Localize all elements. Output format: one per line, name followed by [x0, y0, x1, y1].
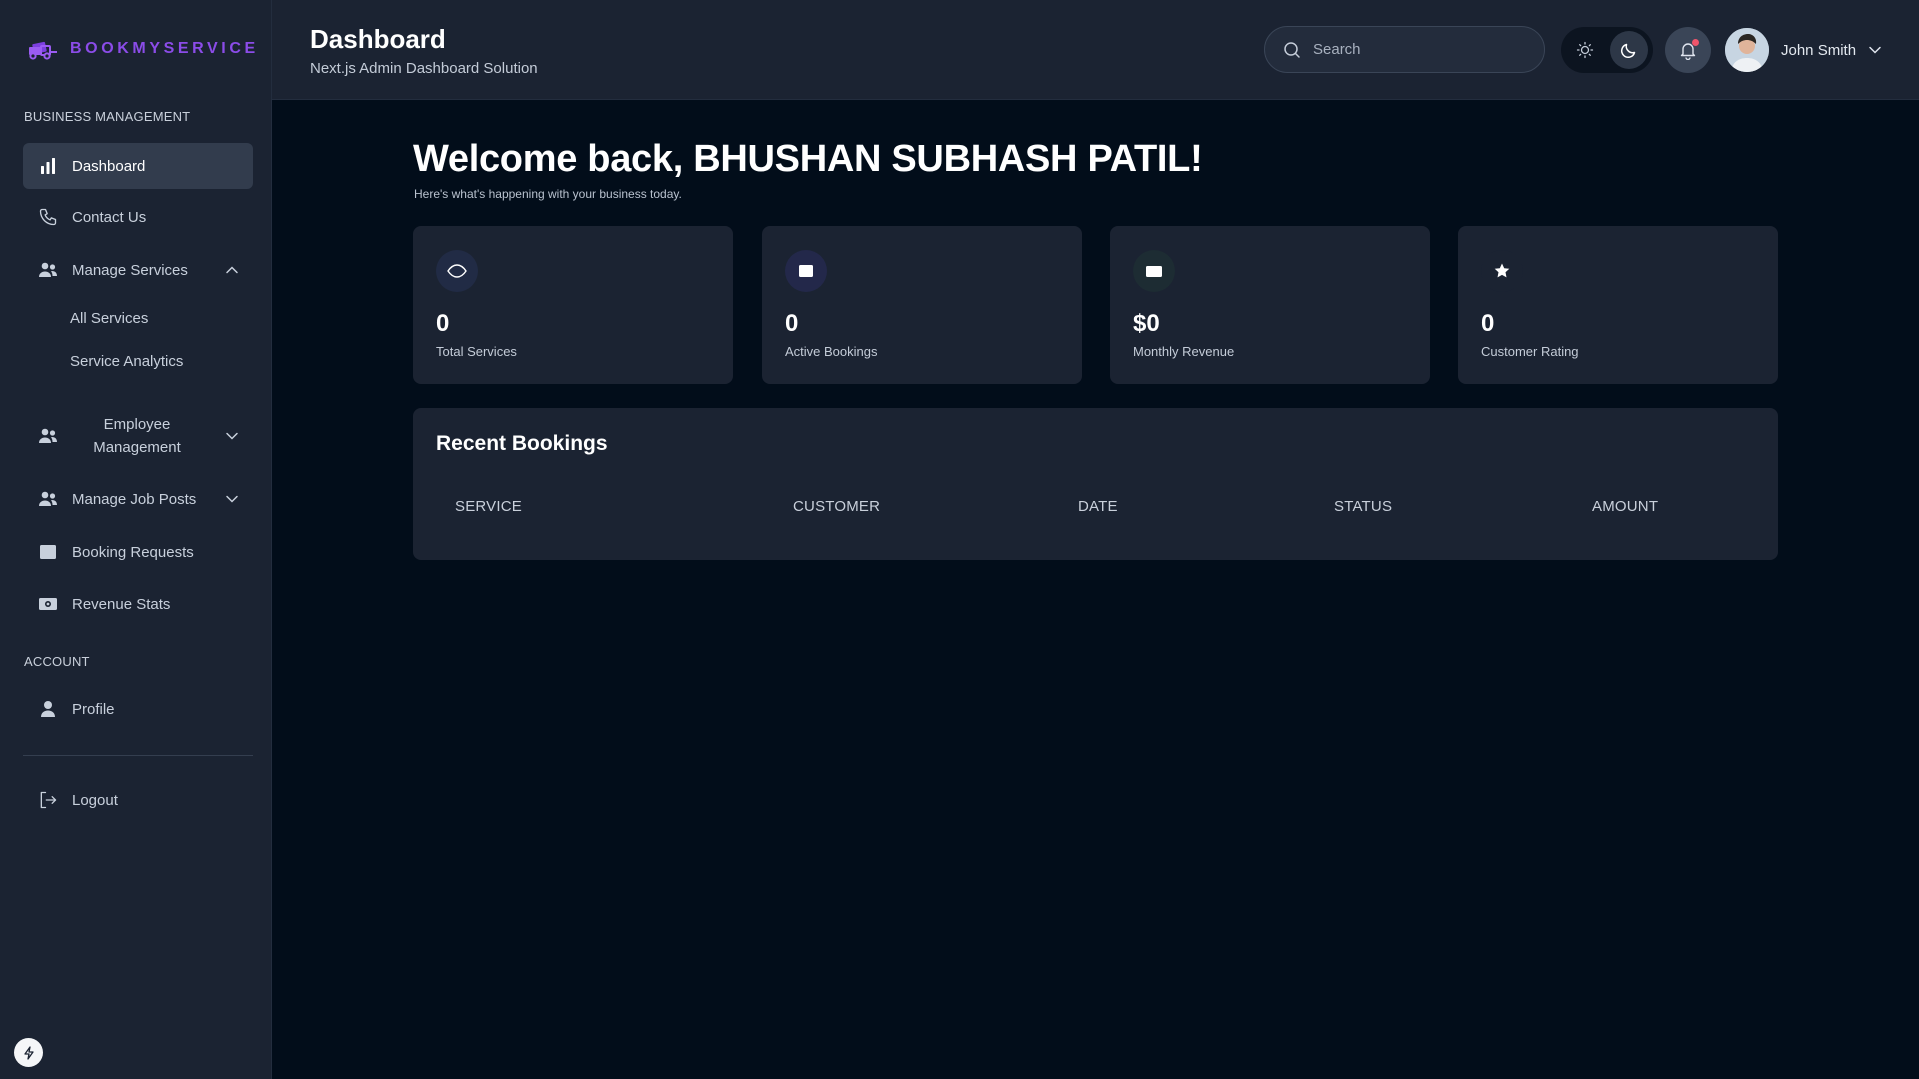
sidebar-item-booking-requests[interactable]: Booking Requests [23, 529, 253, 575]
chevron-down-icon[interactable] [225, 492, 239, 506]
column-header-service[interactable]: SERVICE [455, 498, 522, 515]
dev-tools-button[interactable] [14, 1038, 43, 1067]
sidebar-item-label: Employee Management [93, 416, 181, 456]
column-header-amount[interactable]: AMOUNT [1592, 498, 1658, 515]
notifications-button[interactable] [1665, 27, 1711, 73]
stat-label: Customer Rating [1481, 344, 1579, 359]
recent-bookings-title: Recent Bookings [436, 432, 608, 455]
sidebar-item-revenue-stats[interactable]: Revenue Stats [23, 581, 253, 627]
stat-card-monthly-revenue: $0 Monthly Revenue [1110, 226, 1430, 384]
search-icon [1284, 41, 1300, 58]
stat-card-total-services: 0 Total Services [413, 226, 733, 384]
users-icon [38, 489, 58, 509]
sidebar-item-label: Manage Job Posts [72, 490, 197, 508]
phone-icon [38, 207, 58, 227]
calendar-icon [38, 542, 58, 562]
sidebar-subitem-all-services[interactable]: All Services [70, 310, 148, 327]
search-input[interactable] [1313, 41, 1513, 58]
notification-dot [1692, 39, 1699, 46]
logo-truck-icon [29, 41, 57, 60]
users-icon [38, 260, 58, 280]
stat-label: Active Bookings [785, 344, 878, 359]
theme-toggle[interactable] [1561, 27, 1653, 73]
chevron-down-icon[interactable] [225, 429, 239, 443]
stat-value: 0 [1481, 310, 1495, 337]
sidebar-item-logout[interactable]: Logout [23, 777, 253, 823]
app-root: BOOKMYSERVICE BUSINESS MANAGEMENT Dashbo… [0, 0, 1919, 1079]
bar-chart-icon [38, 156, 58, 176]
eye-icon [436, 250, 478, 292]
stat-label: Monthly Revenue [1133, 344, 1235, 359]
stat-label: Total Services [436, 344, 517, 359]
calendar-icon [785, 250, 827, 292]
stat-value: 0 [785, 310, 799, 337]
sidebar: BOOKMYSERVICE BUSINESS MANAGEMENT Dashbo… [0, 0, 272, 1079]
welcome-heading: Welcome back, BHUSHAN SUBHASH PATIL! [413, 138, 1203, 180]
search-box[interactable] [1264, 26, 1545, 73]
stat-value: 0 [436, 310, 450, 337]
money-icon [1133, 250, 1175, 292]
sidebar-item-manage-job-posts[interactable]: Manage Job Posts [23, 476, 253, 522]
brand-name: BOOKMYSERVICE [70, 40, 259, 57]
dark-mode-button[interactable] [1610, 31, 1648, 69]
column-header-customer[interactable]: CUSTOMER [793, 498, 880, 515]
section-label-business: BUSINESS MANAGEMENT [24, 109, 191, 124]
brand-logo[interactable]: BOOKMYSERVICE [26, 38, 259, 60]
sidebar-item-label: Contact Us [72, 208, 147, 226]
user-icon [38, 699, 58, 719]
light-mode-button[interactable] [1566, 31, 1604, 69]
sidebar-item-employee-management[interactable]: Employee Management [23, 405, 253, 467]
chevron-up-icon[interactable] [225, 263, 239, 277]
column-header-status[interactable]: STATUS [1334, 498, 1392, 515]
welcome-subtext: Here's what's happening with your busine… [414, 187, 682, 201]
sidebar-subitem-service-analytics[interactable]: Service Analytics [70, 353, 183, 370]
sidebar-item-profile[interactable]: Profile [23, 686, 253, 732]
sidebar-item-label: Logout [72, 791, 118, 809]
sidebar-item-manage-services[interactable]: Manage Services [23, 247, 253, 293]
sidebar-item-contact-us[interactable]: Contact Us [23, 194, 253, 240]
page-subtitle: Next.js Admin Dashboard Solution [310, 60, 538, 77]
stat-card-customer-rating: 0 Customer Rating [1458, 226, 1778, 384]
lightning-icon [23, 1045, 34, 1060]
user-name: John Smith [1781, 41, 1857, 59]
stat-card-active-bookings: 0 Active Bookings [762, 226, 1082, 384]
sidebar-item-label: Dashboard [72, 157, 146, 175]
sidebar-divider [23, 755, 253, 756]
sidebar-item-label: Revenue Stats [72, 595, 171, 613]
moon-icon [1620, 43, 1636, 59]
recent-bookings-panel: Recent Bookings SERVICE CUSTOMER DATE ST… [413, 408, 1778, 560]
logout-icon [38, 790, 58, 810]
users-icon [38, 426, 58, 446]
page-title: Dashboard [310, 24, 446, 54]
sidebar-item-label: Booking Requests [72, 543, 194, 561]
chevron-down-icon[interactable] [1868, 43, 1882, 57]
column-header-date[interactable]: DATE [1078, 498, 1118, 515]
money-icon [38, 594, 58, 614]
star-icon [1481, 250, 1523, 292]
sidebar-item-label: Profile [72, 700, 115, 718]
stat-value: $0 [1133, 310, 1160, 337]
avatar [1725, 28, 1769, 72]
sun-icon [1576, 41, 1594, 59]
sidebar-item-label: Manage Services [72, 261, 188, 279]
top-header: Dashboard Next.js Admin Dashboard Soluti… [272, 0, 1919, 100]
section-label-account: ACCOUNT [24, 654, 90, 669]
sidebar-item-dashboard[interactable]: Dashboard [23, 143, 253, 189]
user-menu[interactable]: John Smith [1725, 27, 1882, 73]
